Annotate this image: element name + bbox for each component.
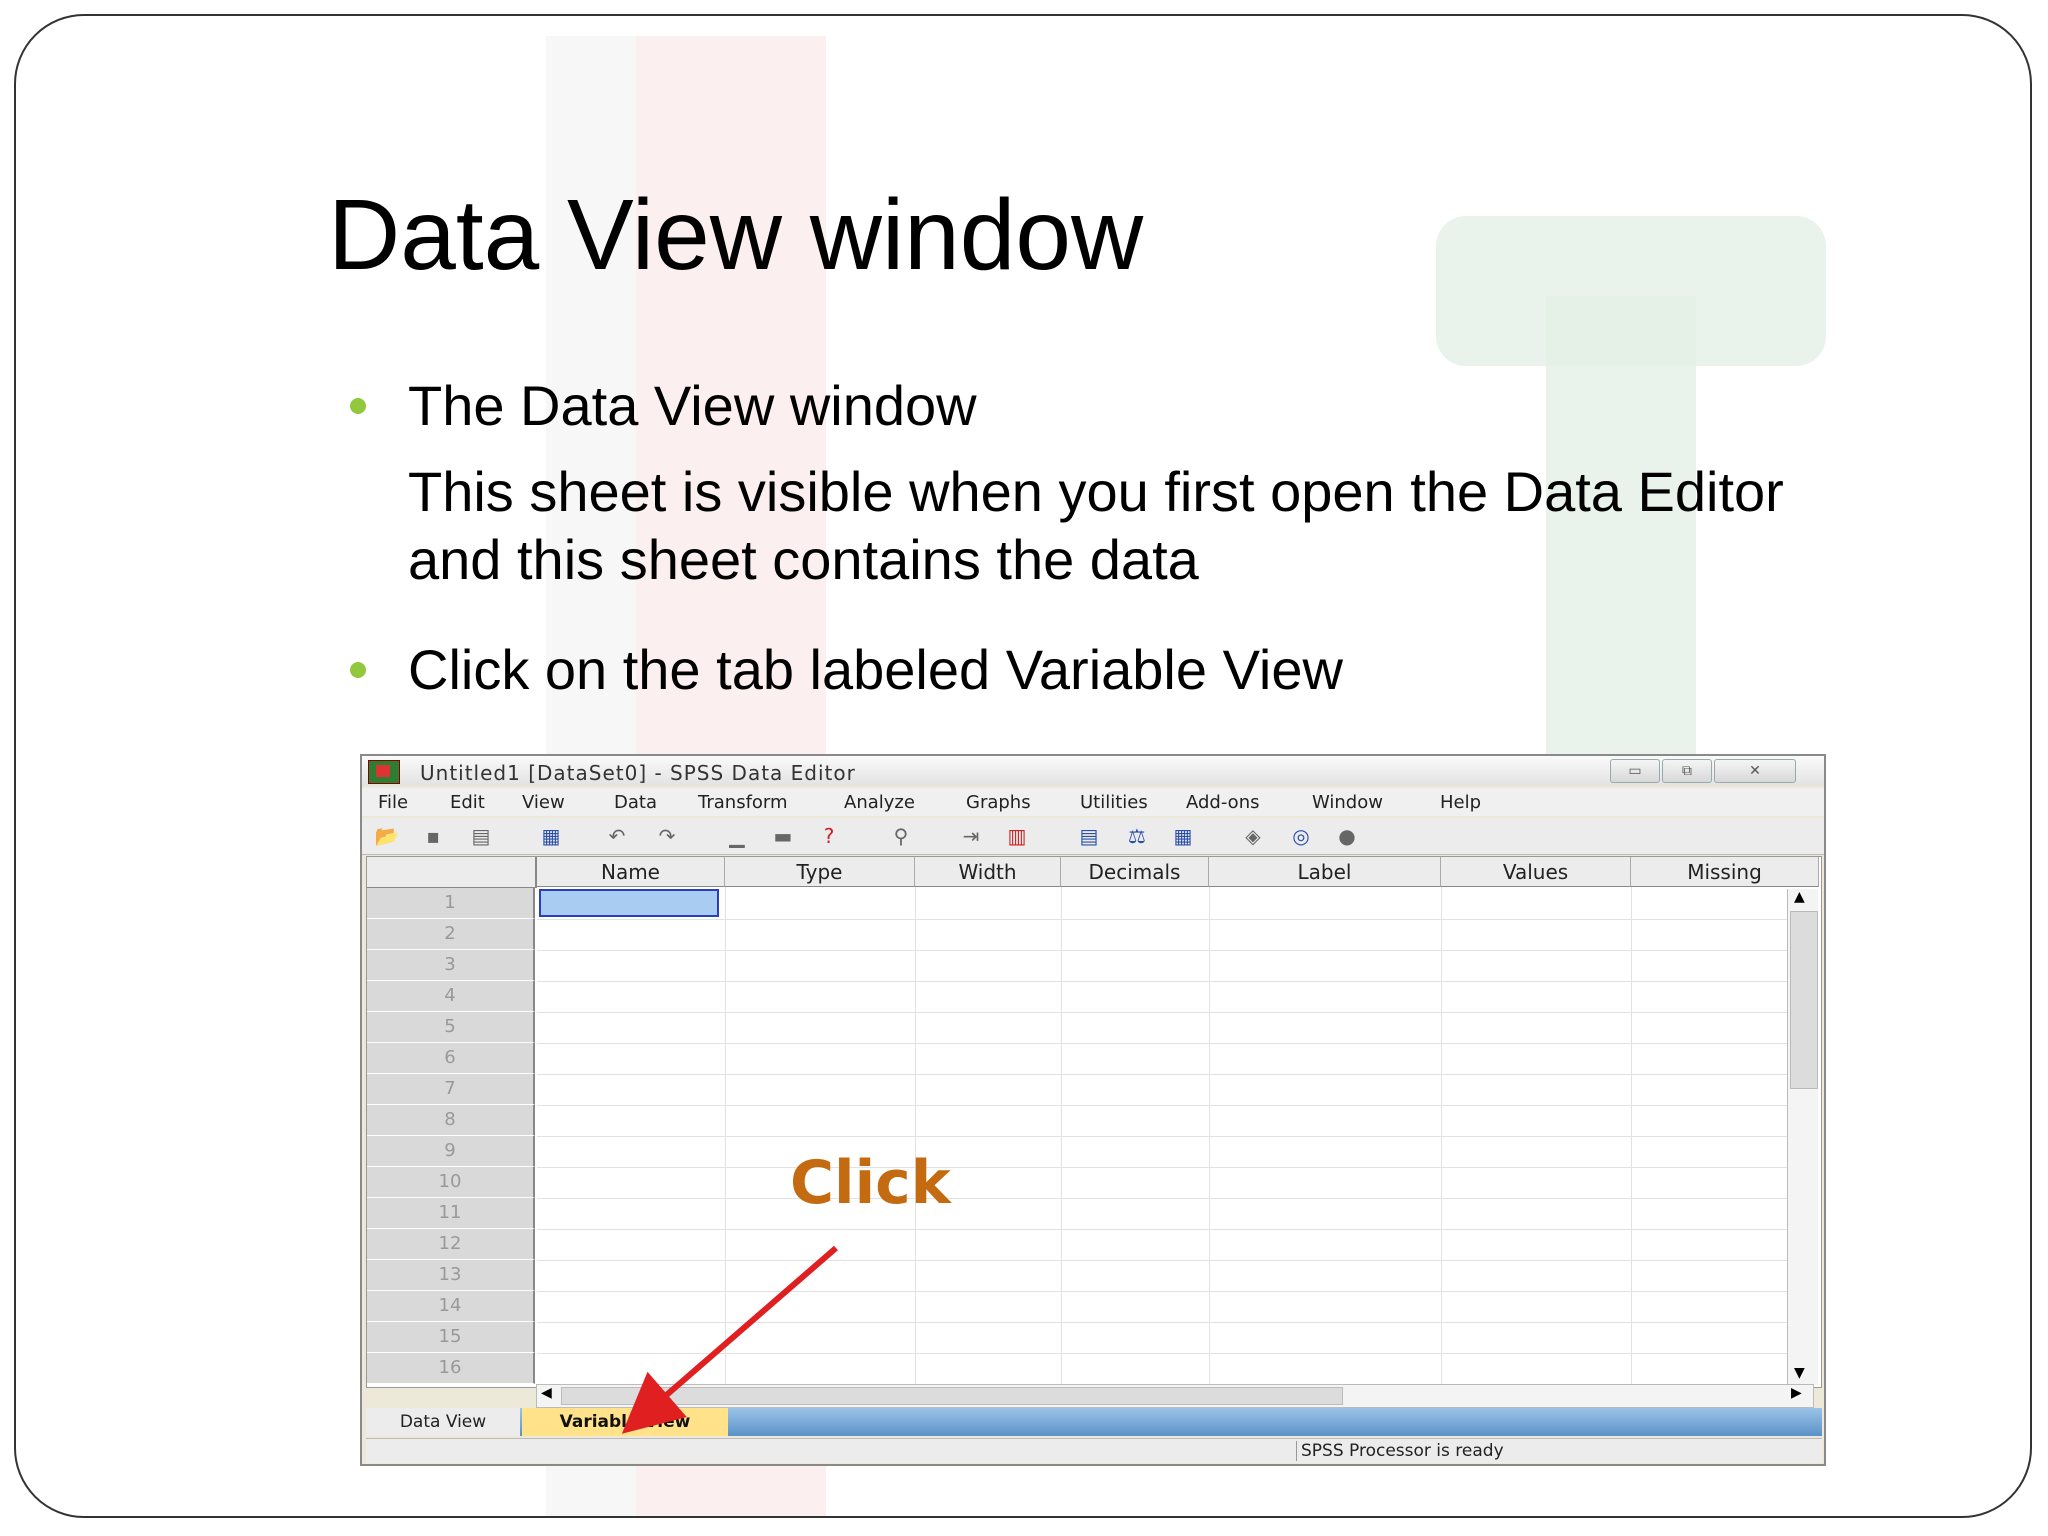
row-header[interactable]: 9 [367,1136,535,1167]
row-header[interactable]: 15 [367,1322,535,1353]
menu-transform[interactable]: Transform [698,792,788,813]
menu-edit[interactable]: Edit [450,792,485,813]
bullet-dot [350,662,366,678]
row-header[interactable]: 2 [367,919,535,950]
menu-window[interactable]: Window [1312,792,1383,813]
print-icon[interactable]: ▤ [466,824,496,848]
find-icon[interactable]: ⚲ [886,824,916,848]
grid-column-line [1061,887,1062,1387]
title-bar: Untitled1 [DataSet0] - SPSS Data Editor … [362,756,1824,786]
column-header-decimals[interactable]: Decimals [1061,857,1209,887]
click-annotation: Click [790,1148,951,1218]
vertical-scrollbar[interactable]: ▲ ▼ [1787,889,1818,1385]
dialog-recall-icon[interactable]: ▦ [536,824,566,848]
scroll-up-icon[interactable]: ▲ [1794,889,1805,905]
row-header[interactable]: 3 [367,950,535,981]
grid-column-line [1209,887,1210,1387]
column-header-name[interactable]: Name [537,857,725,887]
menu-data[interactable]: Data [614,792,657,813]
selected-cell[interactable] [539,889,719,917]
horizontal-scrollbar[interactable]: ◀ ▶ [536,1384,1814,1408]
grid-column-line [915,887,916,1387]
value-labels-icon[interactable]: ◈ [1238,824,1268,848]
bullet-heading: The Data View window [408,374,977,437]
menu-bar: File Edit View Data Transform Analyze Gr… [362,788,1824,816]
row-header[interactable]: 5 [367,1012,535,1043]
bullet-heading: Click on the tab labeled Variable View [408,638,1343,701]
status-bar: SPSS Processor is ready [366,1438,1822,1463]
row-header[interactable]: 1 [367,888,535,919]
row-header[interactable]: 12 [367,1229,535,1260]
menu-analyze[interactable]: Analyze [844,792,915,813]
scroll-left-icon[interactable]: ◀ [541,1385,552,1401]
insert-variable-icon[interactable]: ▥ [1002,824,1032,848]
open-folder-icon[interactable]: 📂 [372,824,402,848]
restore-button[interactable]: ⧉ [1662,759,1712,783]
slide-title: Data View window [328,179,1144,291]
toolbar: 📂 ▪ ▤ ▦ ↶ ↷ ▁ ▬ ? ⚲ ⇥ ▥ ▤ ⚖ ▦ ◈ ◎ ● [362,818,1824,855]
menu-graphs[interactable]: Graphs [966,792,1031,813]
row-header[interactable]: 4 [367,981,535,1012]
view-tab-bar: Data View Variable View [366,1408,1822,1436]
grid-column-line [1631,887,1632,1387]
bullet-body: This sheet is visible when you first ope… [408,460,1784,591]
redo-icon[interactable]: ↷ [652,824,682,848]
insert-cases-icon[interactable]: ⇥ [956,824,986,848]
row-header[interactable]: 16 [367,1353,535,1384]
vertical-scroll-thumb[interactable] [1790,911,1818,1089]
row-header[interactable]: 10 [367,1167,535,1198]
status-text: SPSS Processor is ready [1296,1441,1504,1461]
grid-column-line [1441,887,1442,1387]
menu-help[interactable]: Help [1440,792,1481,813]
minimize-button[interactable]: ▭ [1610,759,1660,783]
column-header-values[interactable]: Values [1441,857,1631,887]
select-cases-icon[interactable]: ▦ [1168,824,1198,848]
spss-window: Untitled1 [DataSet0] - SPSS Data Editor … [360,754,1826,1466]
menu-file[interactable]: File [378,792,408,813]
scroll-down-icon[interactable]: ▼ [1794,1365,1805,1381]
use-sets-icon[interactable]: ◎ [1286,824,1316,848]
column-header-missing[interactable]: Missing [1631,857,1819,887]
row-header[interactable]: 14 [367,1291,535,1322]
row-header[interactable]: 13 [367,1260,535,1291]
column-header-width[interactable]: Width [915,857,1061,887]
row-header[interactable]: 8 [367,1105,535,1136]
variable-grid: Name Type Width Decimals Label Values Mi… [366,856,1822,1388]
row-header[interactable]: 6 [367,1043,535,1074]
row-header[interactable]: 11 [367,1198,535,1229]
column-header-label[interactable]: Label [1209,857,1441,887]
scroll-right-icon[interactable]: ▶ [1791,1385,1802,1401]
goto-case-icon[interactable]: ▁ [722,824,752,848]
weight-cases-icon[interactable]: ⚖ [1122,824,1152,848]
close-button[interactable]: ✕ [1714,759,1796,783]
show-all-icon[interactable]: ● [1332,824,1362,848]
undo-icon[interactable]: ↶ [602,824,632,848]
tab-data-view[interactable]: Data View [366,1408,520,1436]
spss-app-icon [368,760,400,784]
grid-column-line [725,887,726,1387]
variables-icon[interactable]: ? [814,824,844,848]
menu-add-ons[interactable]: Add-ons [1186,792,1259,813]
save-icon[interactable]: ▪ [418,824,448,848]
menu-utilities[interactable]: Utilities [1080,792,1148,813]
horizontal-scroll-thumb[interactable] [561,1387,1343,1405]
bullet-dot [350,398,366,414]
column-header-type[interactable]: Type [725,857,915,887]
window-title: Untitled1 [DataSet0] - SPSS Data Editor [420,761,856,785]
row-header[interactable]: 7 [367,1074,535,1105]
split-file-icon[interactable]: ▤ [1074,824,1104,848]
grid-corner [367,857,537,888]
tab-variable-view[interactable]: Variable View [522,1408,728,1436]
goto-variable-icon[interactable]: ▬ [768,824,798,848]
menu-view[interactable]: View [522,792,565,813]
